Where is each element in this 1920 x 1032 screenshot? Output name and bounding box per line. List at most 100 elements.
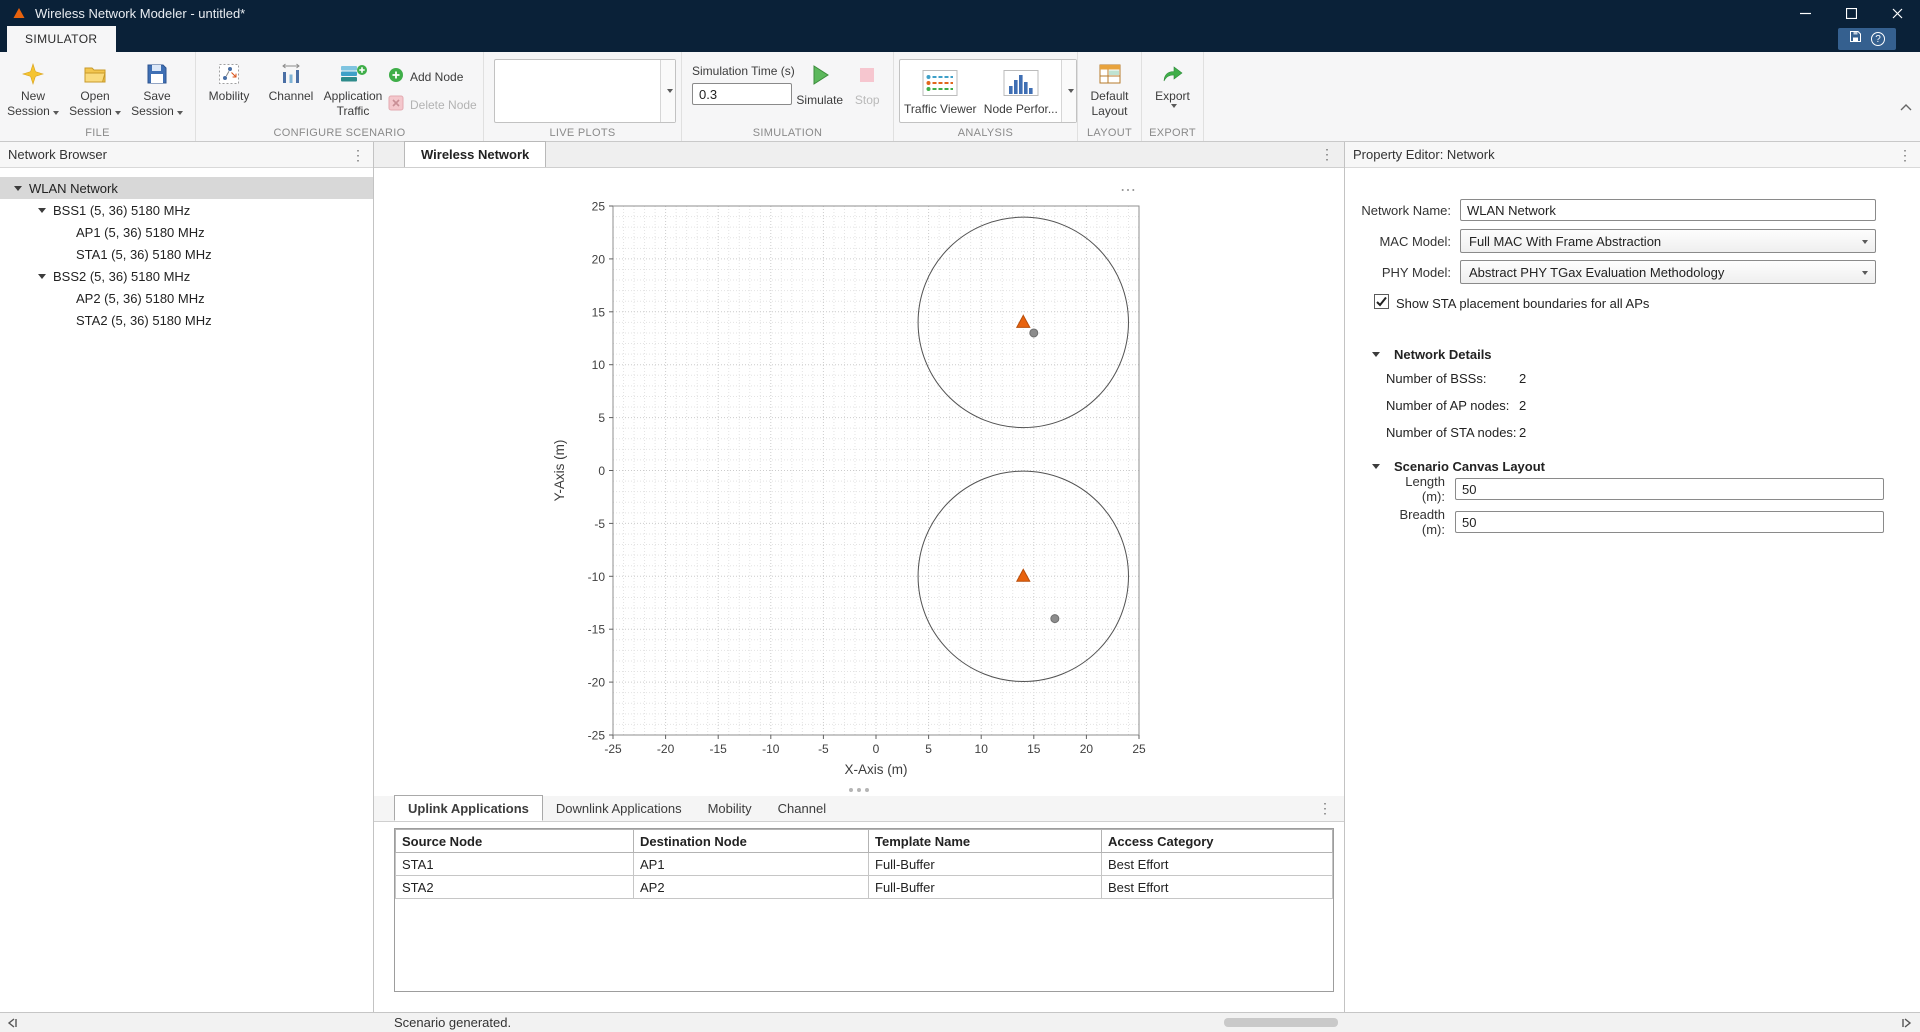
- tree-item-ap1[interactable]: AP1 (5, 36) 5180 MHz: [0, 221, 373, 243]
- property-editor-title: Property Editor: Network: [1353, 147, 1495, 162]
- tree-item-label: STA1 (5, 36) 5180 MHz: [76, 247, 212, 262]
- ribbon-section-live-plots: LIVE PLOTS: [484, 52, 682, 141]
- tree-expander-icon[interactable]: [14, 186, 22, 191]
- ribbon-filler: [1204, 52, 1920, 141]
- new-session-button[interactable]: New Session: [2, 56, 64, 119]
- svg-text:-5: -5: [818, 742, 829, 756]
- status-bar: Scenario generated.: [0, 1012, 1920, 1032]
- panel-menu-icon[interactable]: ⋮: [1898, 148, 1912, 162]
- traffic-viewer-button[interactable]: Traffic Viewer: [900, 60, 981, 122]
- network-name-label: Network Name:: [1345, 203, 1460, 218]
- default-layout-icon: [1097, 59, 1123, 89]
- node-performance-button[interactable]: Node Perfor...: [981, 60, 1062, 122]
- open-folder-icon: [82, 59, 108, 89]
- tree-item-sta2[interactable]: STA2 (5, 36) 5180 MHz: [0, 309, 373, 331]
- live-plots-gallery[interactable]: [494, 59, 676, 123]
- tree-item-ap2[interactable]: AP2 (5, 36) 5180 MHz: [0, 287, 373, 309]
- panel-splitter-handle[interactable]: [849, 788, 869, 792]
- mobility-button[interactable]: Mobility: [198, 56, 260, 104]
- applications-tabbar: Uplink Applications Downlink Application…: [374, 796, 1344, 822]
- export-button[interactable]: Export: [1144, 56, 1201, 108]
- network-details-section-header[interactable]: Network Details: [1345, 346, 1920, 362]
- tab-wireless-network[interactable]: Wireless Network: [404, 141, 546, 167]
- breadth-label: Breadth (m):: [1381, 507, 1445, 537]
- section-label-simulation: SIMULATION: [682, 127, 893, 139]
- network-canvas-plot[interactable]: -25-20-15-10-50510152025-25-20-15-10-505…: [549, 192, 1153, 784]
- collapse-right-panel-icon[interactable]: [1901, 1017, 1913, 1029]
- default-layout-button[interactable]: Default Layout: [1080, 56, 1139, 119]
- svg-text:-25: -25: [588, 729, 606, 743]
- application-traffic-button[interactable]: Application Traffic: [322, 56, 384, 119]
- horizontal-scrollbar[interactable]: [1224, 1018, 1338, 1027]
- length-input[interactable]: [1455, 478, 1884, 500]
- detail-row-sta-count: Number of STA nodes: 2: [1345, 419, 1920, 446]
- scenario-canvas-layout-section-header[interactable]: Scenario Canvas Layout: [1345, 458, 1920, 474]
- phy-model-dropdown[interactable]: Abstract PHY TGax Evaluation Methodology: [1460, 260, 1876, 284]
- tree-item-sta1[interactable]: STA1 (5, 36) 5180 MHz: [0, 243, 373, 265]
- tree-item-bss2[interactable]: BSS2 (5, 36) 5180 MHz: [0, 265, 373, 287]
- chevron-down-icon: [115, 111, 121, 115]
- tree-item-label: WLAN Network: [29, 181, 118, 196]
- svg-text:20: 20: [592, 252, 606, 266]
- mac-model-label: MAC Model:: [1345, 234, 1460, 249]
- close-button[interactable]: [1874, 0, 1920, 26]
- node-buttons-column: Add Node Delete Node: [388, 56, 477, 114]
- tab-uplink-applications[interactable]: Uplink Applications: [394, 795, 543, 821]
- save-session-button[interactable]: Save Session: [126, 56, 188, 119]
- help-icon[interactable]: ?: [1871, 32, 1885, 46]
- maximize-button[interactable]: [1828, 0, 1874, 26]
- tab-simulator[interactable]: SIMULATOR: [7, 26, 116, 52]
- quick-save-icon[interactable]: [1849, 30, 1862, 48]
- ribbon-section-layout: Default Layout LAYOUT: [1078, 52, 1142, 141]
- delete-node-icon: [388, 95, 404, 114]
- chevron-down-icon: [1171, 104, 1177, 108]
- channel-button[interactable]: Channel: [260, 56, 322, 104]
- svg-text:10: 10: [592, 358, 606, 372]
- tree-item-bss1[interactable]: BSS1 (5, 36) 5180 MHz: [0, 199, 373, 221]
- open-session-button[interactable]: Open Session: [64, 56, 126, 119]
- collapse-ribbon-button[interactable]: [1900, 98, 1912, 116]
- ap-count-value: 2: [1519, 398, 1526, 413]
- table-row[interactable]: STA2 AP2 Full-Buffer Best Effort: [396, 876, 1333, 899]
- column-header-destination-node: Destination Node: [634, 830, 869, 853]
- svg-text:25: 25: [1132, 742, 1146, 756]
- table-row[interactable]: STA1 AP1 Full-Buffer Best Effort: [396, 853, 1333, 876]
- simulate-play-icon: [808, 62, 832, 91]
- show-sta-boundaries-label: Show STA placement boundaries for all AP…: [1396, 296, 1649, 311]
- show-sta-boundaries-checkbox[interactable]: [1374, 294, 1389, 312]
- gallery-dropdown-button[interactable]: [1061, 60, 1076, 122]
- bss-count-value: 2: [1519, 371, 1526, 386]
- stop-button[interactable]: Stop: [844, 56, 892, 107]
- tree-expander-icon[interactable]: [38, 274, 46, 279]
- simulate-button[interactable]: Simulate: [796, 56, 844, 107]
- panel-menu-icon[interactable]: ⋮: [351, 148, 365, 162]
- section-label-layout: LAYOUT: [1078, 127, 1141, 139]
- tab-mobility[interactable]: Mobility: [695, 796, 765, 821]
- svg-text:-10: -10: [762, 742, 780, 756]
- table-header-row: Source Node Destination Node Template Na…: [396, 830, 1333, 853]
- network-name-input[interactable]: [1460, 199, 1876, 221]
- simulation-time-input[interactable]: [692, 83, 792, 105]
- add-node-icon: [388, 67, 404, 86]
- panel-menu-icon[interactable]: ⋮: [1318, 801, 1332, 815]
- add-node-button[interactable]: Add Node: [388, 67, 477, 86]
- svg-text:-10: -10: [588, 570, 606, 584]
- svg-text:-5: -5: [594, 517, 605, 531]
- tab-channel[interactable]: Channel: [765, 796, 839, 821]
- section-collapse-icon: [1372, 464, 1380, 469]
- column-header-access-category: Access Category: [1102, 830, 1333, 853]
- tree-expander-icon[interactable]: [38, 208, 46, 213]
- gallery-dropdown-button[interactable]: [660, 60, 675, 122]
- delete-node-button[interactable]: Delete Node: [388, 95, 477, 114]
- breadth-input[interactable]: [1455, 511, 1884, 533]
- minimize-button[interactable]: [1782, 0, 1828, 26]
- detail-row-bss-count: Number of BSSs: 2: [1345, 365, 1920, 392]
- save-disk-icon: [145, 59, 169, 89]
- svg-text:-15: -15: [710, 742, 728, 756]
- tree-item-wlan-network[interactable]: WLAN Network: [0, 177, 373, 199]
- svg-text:10: 10: [975, 742, 989, 756]
- collapse-left-panel-icon[interactable]: [6, 1017, 18, 1029]
- mac-model-dropdown[interactable]: Full MAC With Frame Abstraction: [1460, 229, 1876, 253]
- panel-menu-icon[interactable]: ⋮: [1320, 147, 1334, 161]
- tab-downlink-applications[interactable]: Downlink Applications: [543, 796, 695, 821]
